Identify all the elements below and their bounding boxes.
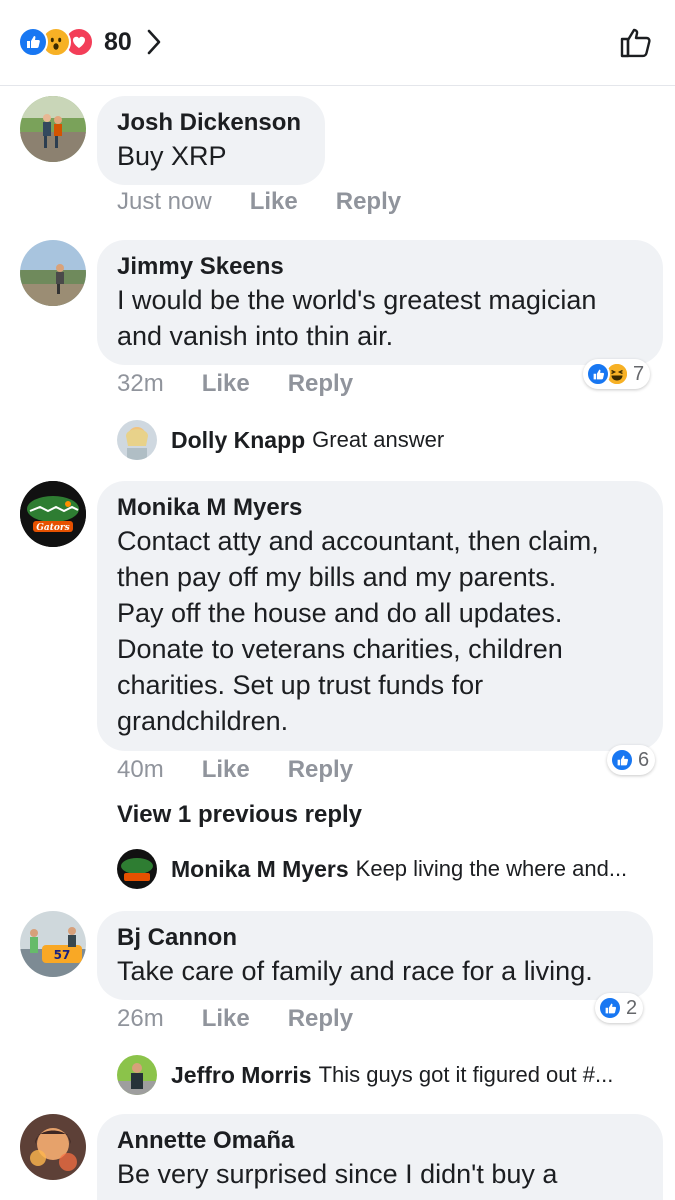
comment-text-line: I would be the world's greatest magician <box>117 285 597 315</box>
comment-author[interactable]: Jimmy Skeens <box>117 252 643 282</box>
reply-preview[interactable]: Monika M Myers Keep living the where and… <box>117 847 657 891</box>
avatar[interactable] <box>20 1114 86 1180</box>
view-previous-replies-link[interactable]: View 1 previous reply <box>117 801 362 829</box>
comment-author[interactable]: Josh Dickenson <box>117 108 305 138</box>
comment-text-line: Donate to veterans charities, children <box>117 634 563 664</box>
comment-text-line: and vanish into thin air. <box>117 321 394 351</box>
comment-text-line: then pay off my bills and my parents. <box>117 562 557 592</box>
like-button[interactable]: Like <box>202 1005 250 1033</box>
reply-button[interactable]: Reply <box>288 370 353 398</box>
avatar[interactable]: Gators <box>20 481 86 547</box>
reply-author[interactable]: Monika M Myers <box>171 856 349 883</box>
like-icon <box>598 996 622 1020</box>
comment-time[interactable]: 32m <box>117 370 164 398</box>
comment-actions: 26m Like Reply <box>117 1005 353 1033</box>
comment-actions: 40m Like Reply <box>117 756 353 784</box>
comment-bubble[interactable]: Annette Omaña Be very surprised since I … <box>97 1114 663 1200</box>
comment-author[interactable]: Monika M Myers <box>117 493 643 523</box>
reply-avatar[interactable] <box>117 1055 157 1095</box>
thumbs-up-icon <box>620 28 651 58</box>
chevron-right-icon[interactable] <box>146 28 162 56</box>
comment-text-line: grandchildren. <box>117 706 289 736</box>
reaction-count: 6 <box>638 748 650 771</box>
comment-bubble[interactable]: Jimmy Skeens I would be the world's grea… <box>97 240 663 365</box>
reactions-header: 80 <box>0 0 675 86</box>
avatar[interactable]: 57 <box>20 911 86 977</box>
reply-button[interactable]: Reply <box>336 188 401 216</box>
comment-reactions[interactable]: 7 <box>583 359 651 389</box>
reply-text: This guys got it figured out #... <box>318 1062 614 1087</box>
reply-preview[interactable]: Dolly Knapp Great answer <box>117 418 657 462</box>
comment-author[interactable]: Annette Omaña <box>117 1126 643 1156</box>
reply-author[interactable]: Jeffro Morris <box>171 1062 312 1089</box>
reply-button[interactable]: Reply <box>288 1005 353 1033</box>
like-button[interactable]: Like <box>250 188 298 216</box>
avatar[interactable] <box>20 240 86 306</box>
reactions-summary[interactable]: 80 <box>18 24 162 60</box>
comment-time[interactable]: 26m <box>117 1005 164 1033</box>
like-icon <box>18 27 48 57</box>
comment-text: Take care of family and race for a livin… <box>117 956 593 986</box>
avatar[interactable] <box>20 96 86 162</box>
reply-preview[interactable]: Jeffro Morris This guys got it figured o… <box>117 1053 657 1097</box>
like-icon <box>586 362 610 386</box>
reply-author[interactable]: Dolly Knapp <box>171 427 305 454</box>
reply-button[interactable]: Reply <box>288 756 353 784</box>
reply-text: Great answer <box>312 427 445 452</box>
reaction-count: 80 <box>104 27 132 56</box>
comment-actions: Just now Like Reply <box>117 188 401 216</box>
comment-bubble[interactable]: Josh Dickenson Buy XRP <box>97 96 325 185</box>
comment-reactions[interactable]: 2 <box>595 993 644 1023</box>
svg-text:57: 57 <box>54 948 71 962</box>
comment-text-line: Be very surprised since I didn't buy a <box>117 1159 558 1189</box>
comment-text-line: Pay off the house and do all updates. <box>117 598 563 628</box>
comment-text: Buy XRP <box>117 141 227 171</box>
reply-avatar[interactable] <box>117 420 157 460</box>
svg-text:Gators: Gators <box>36 523 70 533</box>
like-icon <box>610 748 634 772</box>
comment-author[interactable]: Bj Cannon <box>117 923 633 953</box>
comment-time[interactable]: Just now <box>117 188 212 216</box>
comment-reactions[interactable]: 6 <box>607 745 656 775</box>
like-button[interactable]: Like <box>202 370 250 398</box>
comment-actions: 32m Like Reply <box>117 370 353 398</box>
comment-bubble[interactable]: Bj Cannon Take care of family and race f… <box>97 911 653 1000</box>
comment-time[interactable]: 40m <box>117 756 164 784</box>
reply-text: Keep living the where and... <box>355 856 628 881</box>
comment-text-line: Contact atty and accountant, then claim, <box>117 526 599 556</box>
reaction-count: 7 <box>633 362 645 385</box>
comment-text-line: charities. Set up trust funds for <box>117 670 484 700</box>
like-button[interactable]: Like <box>202 756 250 784</box>
comment-bubble[interactable]: Monika M Myers Contact atty and accounta… <box>97 481 663 751</box>
reaction-count: 2 <box>626 996 638 1019</box>
reply-avatar[interactable] <box>117 849 157 889</box>
like-post-button[interactable] <box>617 22 657 62</box>
